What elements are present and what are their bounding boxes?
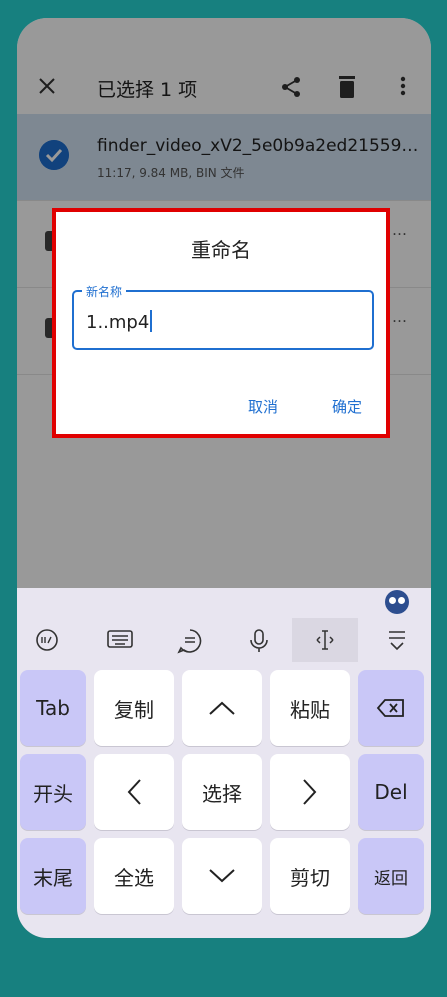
new-name-field[interactable]: 新名称 1..mp4 xyxy=(72,283,374,350)
return-key[interactable]: 返回 xyxy=(358,838,424,914)
cursor-down-key[interactable] xyxy=(182,838,262,914)
assistant-avatar-icon[interactable] xyxy=(385,590,409,614)
chevron-right-icon xyxy=(303,779,317,805)
keyboard: Tab 复制 粘贴 开头 选择 Del 末尾 全选 剪切 返回 xyxy=(17,588,431,938)
delete-key[interactable]: Del xyxy=(358,754,424,830)
emoji-icon[interactable] xyxy=(27,618,67,662)
line-end-key[interactable]: 末尾 xyxy=(20,838,86,914)
tab-key[interactable]: Tab xyxy=(20,670,86,746)
name-input[interactable]: 1..mp4 xyxy=(86,310,153,333)
cut-key[interactable]: 剪切 xyxy=(270,838,350,914)
field-label: 新名称 xyxy=(82,283,127,300)
dialog-title: 重命名 xyxy=(191,238,251,262)
cursor-left-key[interactable] xyxy=(94,754,174,830)
chevron-down-icon xyxy=(209,869,235,883)
text-caret xyxy=(150,310,153,332)
select-key[interactable]: 选择 xyxy=(182,754,262,830)
mic-icon[interactable] xyxy=(239,618,279,662)
cancel-button[interactable]: 取消 xyxy=(248,396,278,417)
keyboard-icon[interactable] xyxy=(99,618,139,662)
backspace-key[interactable] xyxy=(358,670,424,746)
select-all-key[interactable]: 全选 xyxy=(94,838,174,914)
collapse-keyboard-icon[interactable] xyxy=(377,618,417,662)
confirm-button[interactable]: 确定 xyxy=(332,396,362,417)
paste-key[interactable]: 粘贴 xyxy=(270,670,350,746)
rename-dialog: 重命名 新名称 1..mp4 取消 确定 xyxy=(52,208,390,438)
phone-screen: 11:19 HD 4G 4G 90 已选择 1 项 finder_video_x… xyxy=(17,18,431,938)
chevron-up-icon xyxy=(209,701,235,715)
line-start-key[interactable]: 开头 xyxy=(20,754,86,830)
backspace-icon xyxy=(376,699,404,717)
copy-key[interactable]: 复制 xyxy=(94,670,174,746)
cursor-up-key[interactable] xyxy=(182,670,262,746)
clipboard-icon[interactable] xyxy=(169,618,209,662)
chevron-left-icon xyxy=(127,779,141,805)
cursor-right-key[interactable] xyxy=(270,754,350,830)
name-input-value: 1..mp4 xyxy=(86,312,150,333)
cursor-move-icon[interactable] xyxy=(292,618,358,662)
